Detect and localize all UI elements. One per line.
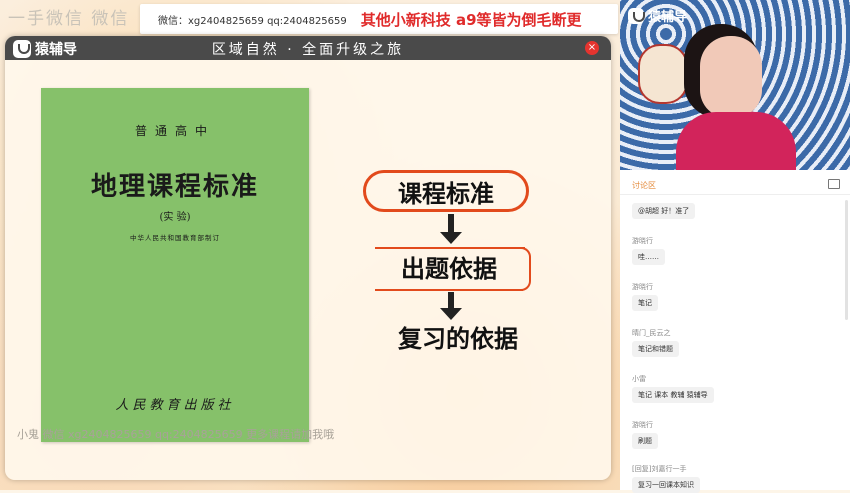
chat-message-user: [回复]刘嘉行一手 <box>632 465 687 473</box>
teacher-body <box>676 112 796 170</box>
chat-message-text: 刷题 <box>632 433 658 449</box>
chat-message-text: 笔记和错题 <box>632 341 679 357</box>
chat-message: 游晓行 刷题 <box>632 420 658 449</box>
chat-message: [回复]刘嘉行一手 复习一回课本知识 <box>632 464 700 493</box>
book-series: 普通高中 <box>134 124 215 138</box>
book-title: 地理课程标准 <box>90 172 259 202</box>
video-logo-text: 猿辅导 <box>648 10 688 25</box>
book-subtitle: (实 验) <box>159 212 191 223</box>
book-issuer: 中华人民共和国教育部制订 <box>130 234 220 242</box>
chat-message-text: @胡超 好！准了 <box>632 203 696 219</box>
chat-message: 晴门_民云之 笔记和错题 <box>632 328 679 357</box>
lesson-titlebar: 猿辅导 区域自然 · 全面升级之旅 × <box>5 36 611 60</box>
banner-contact: 微信：xg2404825659 qq:2404825659 <box>158 15 347 27</box>
chat-message: 游晓行 笔记 <box>632 282 658 311</box>
chat-message: 小雷 笔记 课本 教辅 猿辅导 <box>632 374 714 403</box>
chat-message-user: 小雷 <box>632 375 646 383</box>
chat-message-text: 复习一回课本知识 <box>632 477 700 493</box>
chat-scrollbar[interactable] <box>845 200 848 320</box>
chat-message-user: 游晓行 <box>632 283 653 291</box>
chat-message-text: 笔记 <box>632 295 658 311</box>
contact-banner: 微信：xg2404825659 qq:2404825659 其他小新科技 a9等… <box>140 4 618 34</box>
close-button[interactable]: × <box>585 41 599 55</box>
chat-header: 讨论区 <box>620 170 850 195</box>
chat-tab-discussion[interactable]: 讨论区 <box>632 180 656 191</box>
chat-message-text: 哇…… <box>632 249 665 265</box>
chat-message: 游晓行 哇…… <box>632 236 665 265</box>
teacher-head <box>700 36 762 118</box>
flow-step-course-standard: 课程标准 <box>363 170 529 212</box>
top-watermark: 一手微信 微信 <box>8 9 130 29</box>
flow-step-review-basis: 复习的依据 <box>398 325 518 353</box>
chat-message-user: 游晓行 <box>632 421 653 429</box>
teacher-video: 猿辅导 <box>620 0 850 170</box>
banner-promo: 其他小新科技 a9等皆为倒毛断更 <box>360 10 582 29</box>
chat-message-user: 游晓行 <box>632 237 653 245</box>
chat-message-text: 笔记 课本 教辅 猿辅导 <box>632 387 714 403</box>
flow-step2-bracket <box>521 247 531 291</box>
book-cover: 普通高中 地理课程标准 (实 验) 中华人民共和国教育部制订 人民教育出版社 <box>41 88 309 442</box>
lesson-title: 区域自然 · 全面升级之旅 <box>211 42 405 58</box>
chat-expand-icon[interactable] <box>828 179 840 189</box>
flow-step2-underline-bottom <box>375 289 523 291</box>
chat-panel: 讨论区 @胡超 好！准了 游晓行 哇…… 游晓行 笔记 晴门_民云之 笔记和错题… <box>620 170 850 493</box>
chat-message: @胡超 好！准了 <box>632 200 696 219</box>
video-logo: 猿辅导 <box>628 6 687 25</box>
book-press: 人民教育出版社 <box>115 398 235 413</box>
bottom-watermark: 小鬼 微信 xg2404825659 qq:2404825659 更多课程请加我… <box>17 428 335 441</box>
mascot-figure <box>638 44 688 104</box>
yuanfudao-logo-icon <box>628 7 645 24</box>
flow-step-exam-basis: 出题依据 <box>401 255 497 283</box>
chat-message-user: 晴门_民云之 <box>632 329 671 337</box>
lesson-window: 猿辅导 区域自然 · 全面升级之旅 × 普通高中 地理课程标准 (实 验) 中华… <box>5 36 611 480</box>
